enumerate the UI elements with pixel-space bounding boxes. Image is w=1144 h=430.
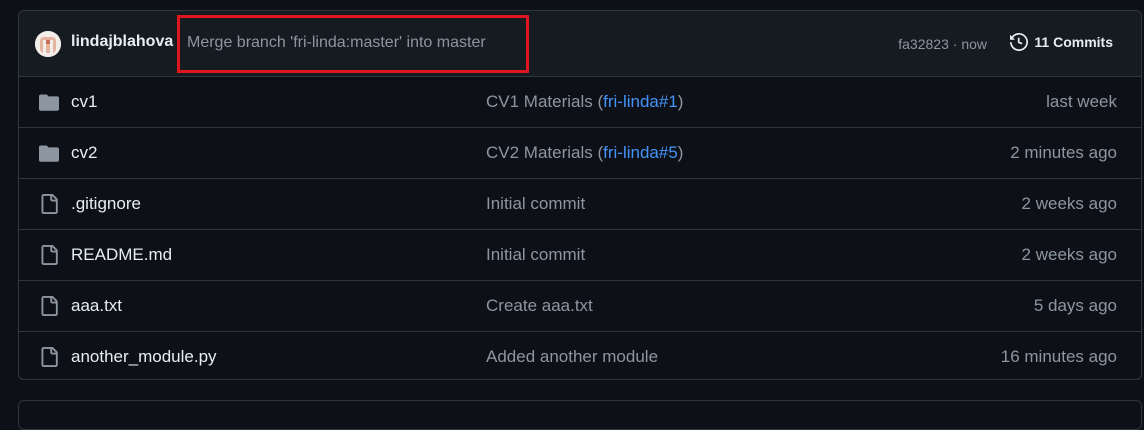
commits-count-label: 11 Commits (1034, 34, 1113, 50)
commit-time: now (961, 36, 987, 52)
commit-message-suffix: ) (677, 143, 684, 162)
file-row[interactable]: another_module.py Added another module 16 … (19, 332, 1141, 379)
file-commit-message[interactable]: Added another module (486, 347, 658, 367)
file-commit-age: 2 minutes ago (1010, 143, 1117, 162)
file-icon (39, 347, 59, 367)
commit-message-text[interactable]: Initial commit (486, 245, 585, 264)
file-name-link[interactable]: README.md (71, 245, 172, 265)
folder-icon-graphic (39, 94, 59, 111)
commit-message-text[interactable]: Create aaa.txt (486, 296, 593, 315)
file-name-link[interactable]: .gitignore (71, 194, 141, 214)
file-icon (39, 296, 59, 316)
commit-sha-time: fa32823 · now (898, 36, 987, 52)
latest-commit-header: lindajblahova Merge branch 'fri-linda:ma… (19, 11, 1141, 77)
file-row[interactable]: cv2 CV2 Materials (fri-linda#5) 2 minutes … (19, 128, 1141, 179)
commit-message-text[interactable]: CV1 Materials ( (486, 92, 603, 111)
file-commit-age: last week (1046, 92, 1117, 111)
file-icon (39, 245, 59, 265)
file-commit-age: 2 weeks ago (1021, 194, 1117, 213)
file-row[interactable]: README.md Initial commit 2 weeks ago (19, 230, 1141, 281)
file-icon-graphic (41, 347, 58, 367)
file-commit-age: 16 minutes ago (1000, 347, 1117, 366)
file-commit-message[interactable]: CV2 Materials (fri-linda#5) (486, 143, 683, 163)
pull-request-link[interactable]: fri-linda#1 (603, 92, 678, 111)
folder-icon (39, 93, 59, 111)
separator: · (948, 36, 962, 52)
commit-message-text[interactable]: CV2 Materials ( (486, 143, 603, 162)
readme-box (18, 400, 1142, 430)
file-row[interactable]: aaa.txt Create aaa.txt 5 days ago (19, 281, 1141, 332)
file-commit-message[interactable]: Create aaa.txt (486, 296, 593, 316)
folder-icon (39, 144, 59, 162)
file-row[interactable]: .gitignore Initial commit 2 weeks ago (19, 179, 1141, 230)
file-commit-message[interactable]: Initial commit (486, 194, 585, 214)
commit-sha-link[interactable]: fa32823 (898, 36, 949, 52)
file-commit-message[interactable]: CV1 Materials (fri-linda#1) (486, 92, 683, 112)
file-name-link[interactable]: another_module.py (71, 347, 217, 367)
file-icon-graphic (41, 194, 58, 214)
file-commit-message[interactable]: Initial commit (486, 245, 585, 265)
commit-author-link[interactable]: lindajblahova (71, 33, 173, 51)
file-icon (39, 194, 59, 214)
commit-message-text[interactable]: Added another module (486, 347, 658, 366)
commit-message-link[interactable]: Merge branch 'fri-linda:master' into mas… (187, 34, 486, 52)
file-row[interactable]: cv1 CV1 Materials (fri-linda#1) last week (19, 77, 1141, 128)
file-icon-graphic (41, 296, 58, 316)
file-name-link[interactable]: cv1 (71, 92, 97, 112)
file-name-link[interactable]: cv2 (71, 143, 97, 163)
history-icon (1010, 33, 1029, 51)
commit-message-text[interactable]: Initial commit (486, 194, 585, 213)
folder-icon-graphic (39, 145, 59, 162)
commit-message-suffix: ) (677, 92, 684, 111)
commits-history-link[interactable]: 11 Commits (1010, 33, 1113, 51)
file-name-link[interactable]: aaa.txt (71, 296, 122, 316)
file-commit-age: 5 days ago (1033, 296, 1117, 315)
pull-request-link[interactable]: fri-linda#5 (603, 143, 678, 162)
file-icon-graphic (41, 245, 58, 265)
file-commit-age: 2 weeks ago (1021, 245, 1117, 264)
avatar[interactable] (35, 31, 61, 57)
file-listing: lindajblahova Merge branch 'fri-linda:ma… (18, 10, 1142, 380)
